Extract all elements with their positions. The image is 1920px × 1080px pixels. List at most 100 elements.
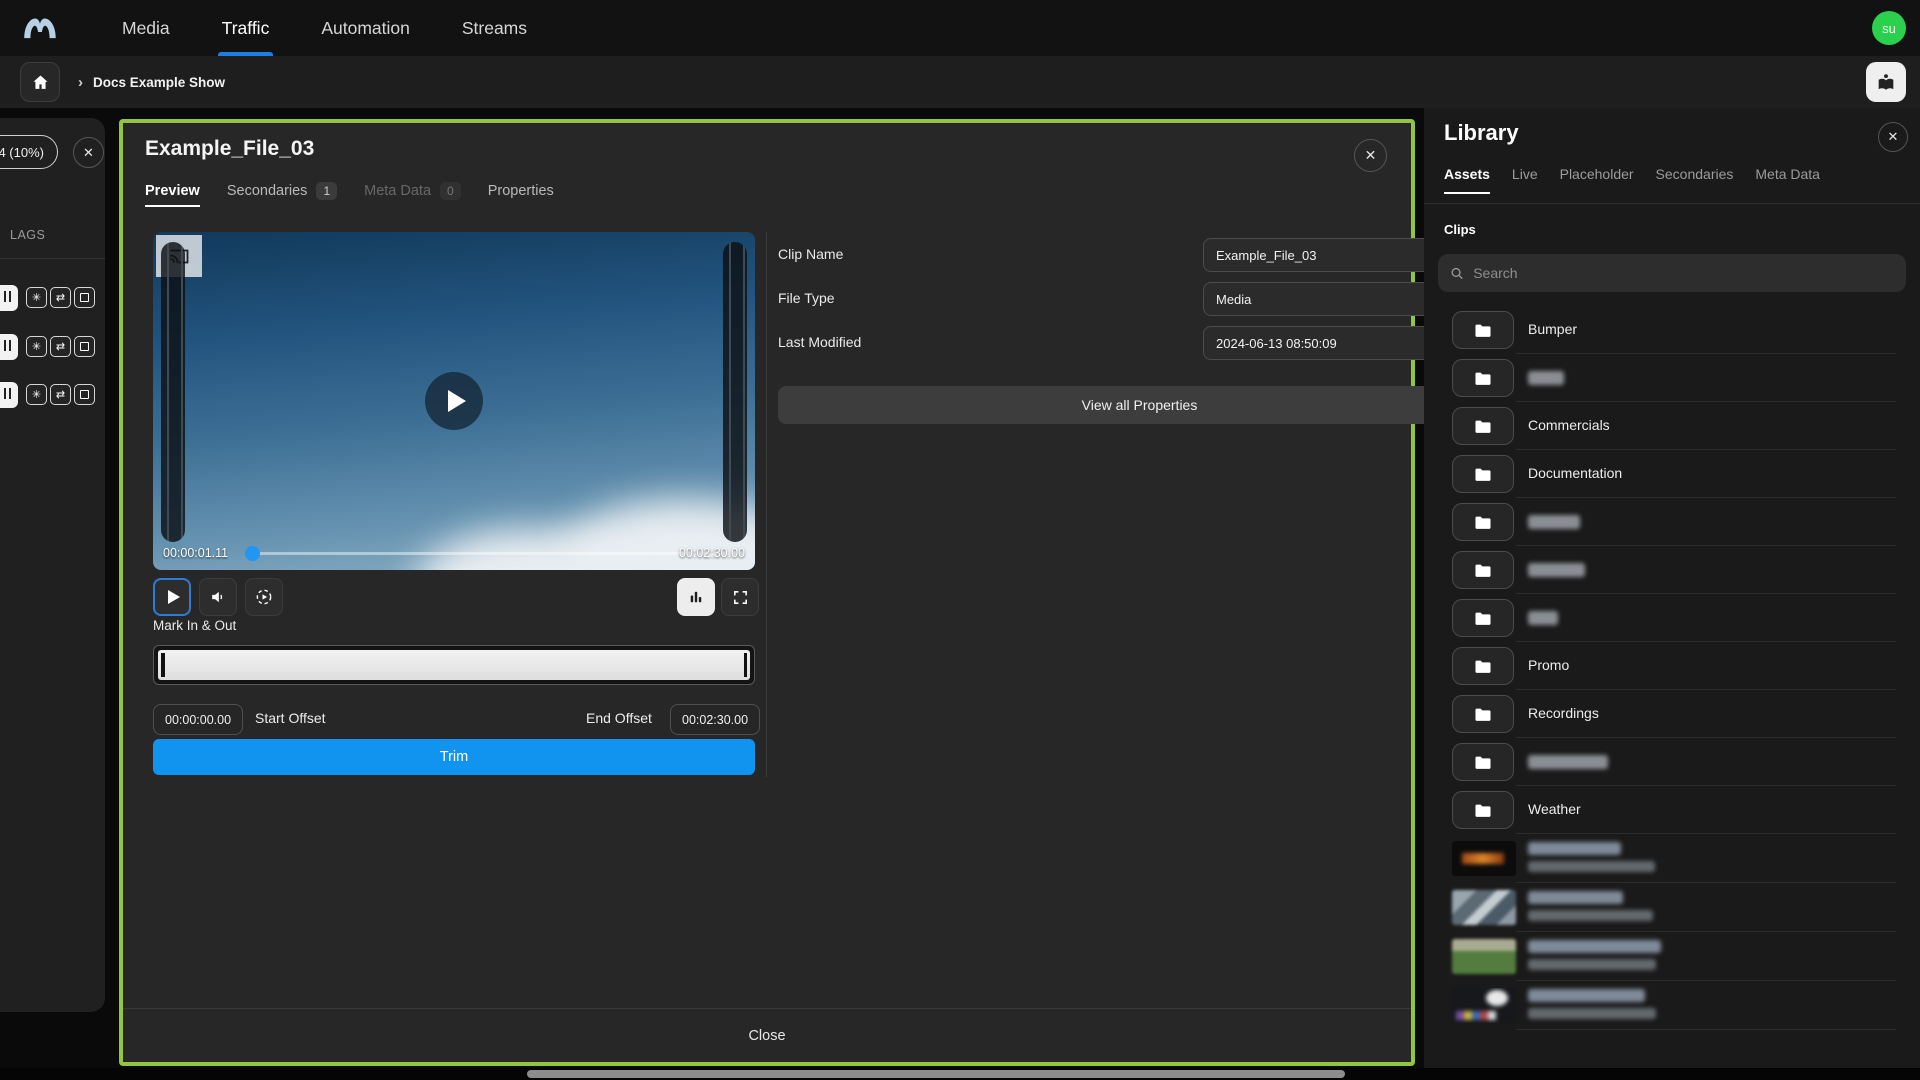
library-tab-live[interactable]: Live <box>1512 166 1538 194</box>
asterisk-flag-button[interactable]: ✳ <box>26 384 47 405</box>
square-flag-button[interactable] <box>74 287 95 308</box>
square-flag-button[interactable] <box>74 384 95 405</box>
folder-button[interactable] <box>1452 695 1514 733</box>
library-folder-row[interactable]: Weather <box>1424 786 1920 834</box>
flag-row: ✳⇄ <box>0 285 105 311</box>
modal-close-bar[interactable]: Close <box>123 1009 1411 1062</box>
asterisk-flag-button[interactable]: ✳ <box>26 287 47 308</box>
end-offset-value[interactable]: 00:02:30.00 <box>670 704 760 735</box>
library-folder-row[interactable]: Promo <box>1424 642 1920 690</box>
home-icon <box>31 73 50 92</box>
asterisk-flag-button[interactable]: ✳ <box>26 336 47 357</box>
volume-button[interactable] <box>199 578 237 616</box>
trim-button[interactable]: Trim <box>153 739 755 775</box>
clip-subtitle-redacted <box>1528 1008 1656 1019</box>
library-folder-row[interactable]: Recordings <box>1424 690 1920 738</box>
square-icon <box>80 390 89 399</box>
mark-out-handle[interactable] <box>744 653 748 677</box>
percentage-pill[interactable]: 4 (10%) <box>0 135 58 169</box>
tab-meta-data[interactable]: Meta Data0 <box>364 182 461 206</box>
nav-item-streams[interactable]: Streams <box>436 0 553 56</box>
bar-chart-icon <box>687 588 705 606</box>
divider <box>766 232 767 777</box>
square-flag-button[interactable] <box>74 336 95 357</box>
library-folder-row[interactable] <box>1424 546 1920 594</box>
modal-close-button[interactable]: ✕ <box>1354 139 1387 172</box>
folder-icon <box>1472 417 1494 436</box>
mark-in-out-range[interactable] <box>153 645 755 685</box>
flag-row-primary-button[interactable] <box>0 382 18 408</box>
library-folder-row[interactable]: Bumper <box>1424 306 1920 354</box>
loop-flag-button[interactable]: ⇄ <box>50 287 71 308</box>
tab-properties[interactable]: Properties <box>488 183 554 205</box>
flag-row-primary-button[interactable] <box>0 285 18 311</box>
folder-label-redacted <box>1528 515 1580 529</box>
seek-handle[interactable] <box>245 546 260 561</box>
breadcrumb[interactable]: Docs Example Show <box>93 75 225 90</box>
horizontal-scrollbar-thumb[interactable] <box>527 1070 1345 1078</box>
library-tab-placeholder[interactable]: Placeholder <box>1560 166 1634 194</box>
library-clip-row[interactable] <box>1424 981 1920 1030</box>
library-clip-row[interactable] <box>1424 932 1920 981</box>
folder-button[interactable] <box>1452 455 1514 493</box>
library-folder-row[interactable]: Commercials <box>1424 402 1920 450</box>
app-logo-icon[interactable] <box>20 8 60 48</box>
mark-in-handle[interactable] <box>161 653 165 677</box>
main-menu: MediaTrafficAutomationStreams <box>96 0 553 56</box>
flag-row-primary-button[interactable] <box>0 334 18 360</box>
nav-item-traffic[interactable]: Traffic <box>196 0 296 56</box>
range-track[interactable] <box>158 650 750 680</box>
home-button[interactable] <box>20 62 60 102</box>
library-tab-assets[interactable]: Assets <box>1444 166 1490 194</box>
seek-bar[interactable] <box>247 552 687 555</box>
folder-button[interactable] <box>1452 743 1514 781</box>
folder-button[interactable] <box>1452 407 1514 445</box>
field-label: File Type <box>778 290 835 306</box>
fullscreen-button[interactable] <box>721 578 759 616</box>
top-nav: MediaTrafficAutomationStreams su <box>0 0 1920 56</box>
play-button[interactable] <box>153 578 191 616</box>
loop-flag-button[interactable]: ⇄ <box>50 336 71 357</box>
folder-button[interactable] <box>1452 551 1514 589</box>
search-input[interactable] <box>1473 265 1894 281</box>
folder-button[interactable] <box>1452 359 1514 397</box>
library-title: Library <box>1444 120 1519 146</box>
tab-secondaries[interactable]: Secondaries1 <box>227 182 337 206</box>
folder-button[interactable] <box>1452 647 1514 685</box>
stats-button[interactable] <box>677 578 715 616</box>
folder-button[interactable] <box>1452 599 1514 637</box>
player-big-play-button[interactable] <box>425 372 483 430</box>
library-folder-row[interactable] <box>1424 738 1920 786</box>
library-search[interactable] <box>1438 254 1906 292</box>
library-tab-secondaries[interactable]: Secondaries <box>1656 166 1734 194</box>
library-clip-row[interactable] <box>1424 834 1920 883</box>
start-offset-value[interactable]: 00:00:00.00 <box>153 704 243 735</box>
library-folder-row[interactable] <box>1424 354 1920 402</box>
loop-flag-button[interactable]: ⇄ <box>50 384 71 405</box>
library-close-button[interactable]: ✕ <box>1878 122 1908 152</box>
nav-item-automation[interactable]: Automation <box>295 0 436 56</box>
folder-icon <box>1472 561 1494 580</box>
video-player[interactable]: 00:00:01.11 00:02:30.00 <box>153 232 755 570</box>
nav-item-media[interactable]: Media <box>96 0 196 56</box>
folder-button[interactable] <box>1452 791 1514 829</box>
player-bottom-bar: 00:00:01.11 00:02:30.00 <box>153 536 755 570</box>
user-avatar[interactable]: su <box>1872 11 1906 45</box>
horizontal-scrollbar-track[interactable] <box>0 1068 1920 1080</box>
view-all-properties-button[interactable]: View all Properties <box>778 386 1501 424</box>
library-folder-row[interactable] <box>1424 498 1920 546</box>
library-toggle-button[interactable] <box>1866 62 1906 102</box>
loop-playback-button[interactable] <box>245 578 283 616</box>
folder-label: Bumper <box>1528 321 1577 337</box>
folder-button[interactable] <box>1452 503 1514 541</box>
folder-icon <box>1472 465 1494 484</box>
library-clip-row[interactable] <box>1424 883 1920 932</box>
left-panel-close-button[interactable]: ✕ <box>73 137 104 168</box>
library-tab-meta-data[interactable]: Meta Data <box>1755 166 1820 194</box>
folder-button[interactable] <box>1452 311 1514 349</box>
library-folder-row[interactable] <box>1424 594 1920 642</box>
library-folder-row[interactable]: Documentation <box>1424 450 1920 498</box>
tab-preview[interactable]: Preview <box>145 183 200 205</box>
clip-subtitle-redacted <box>1528 910 1653 921</box>
clip-subtitle-redacted <box>1528 959 1656 970</box>
